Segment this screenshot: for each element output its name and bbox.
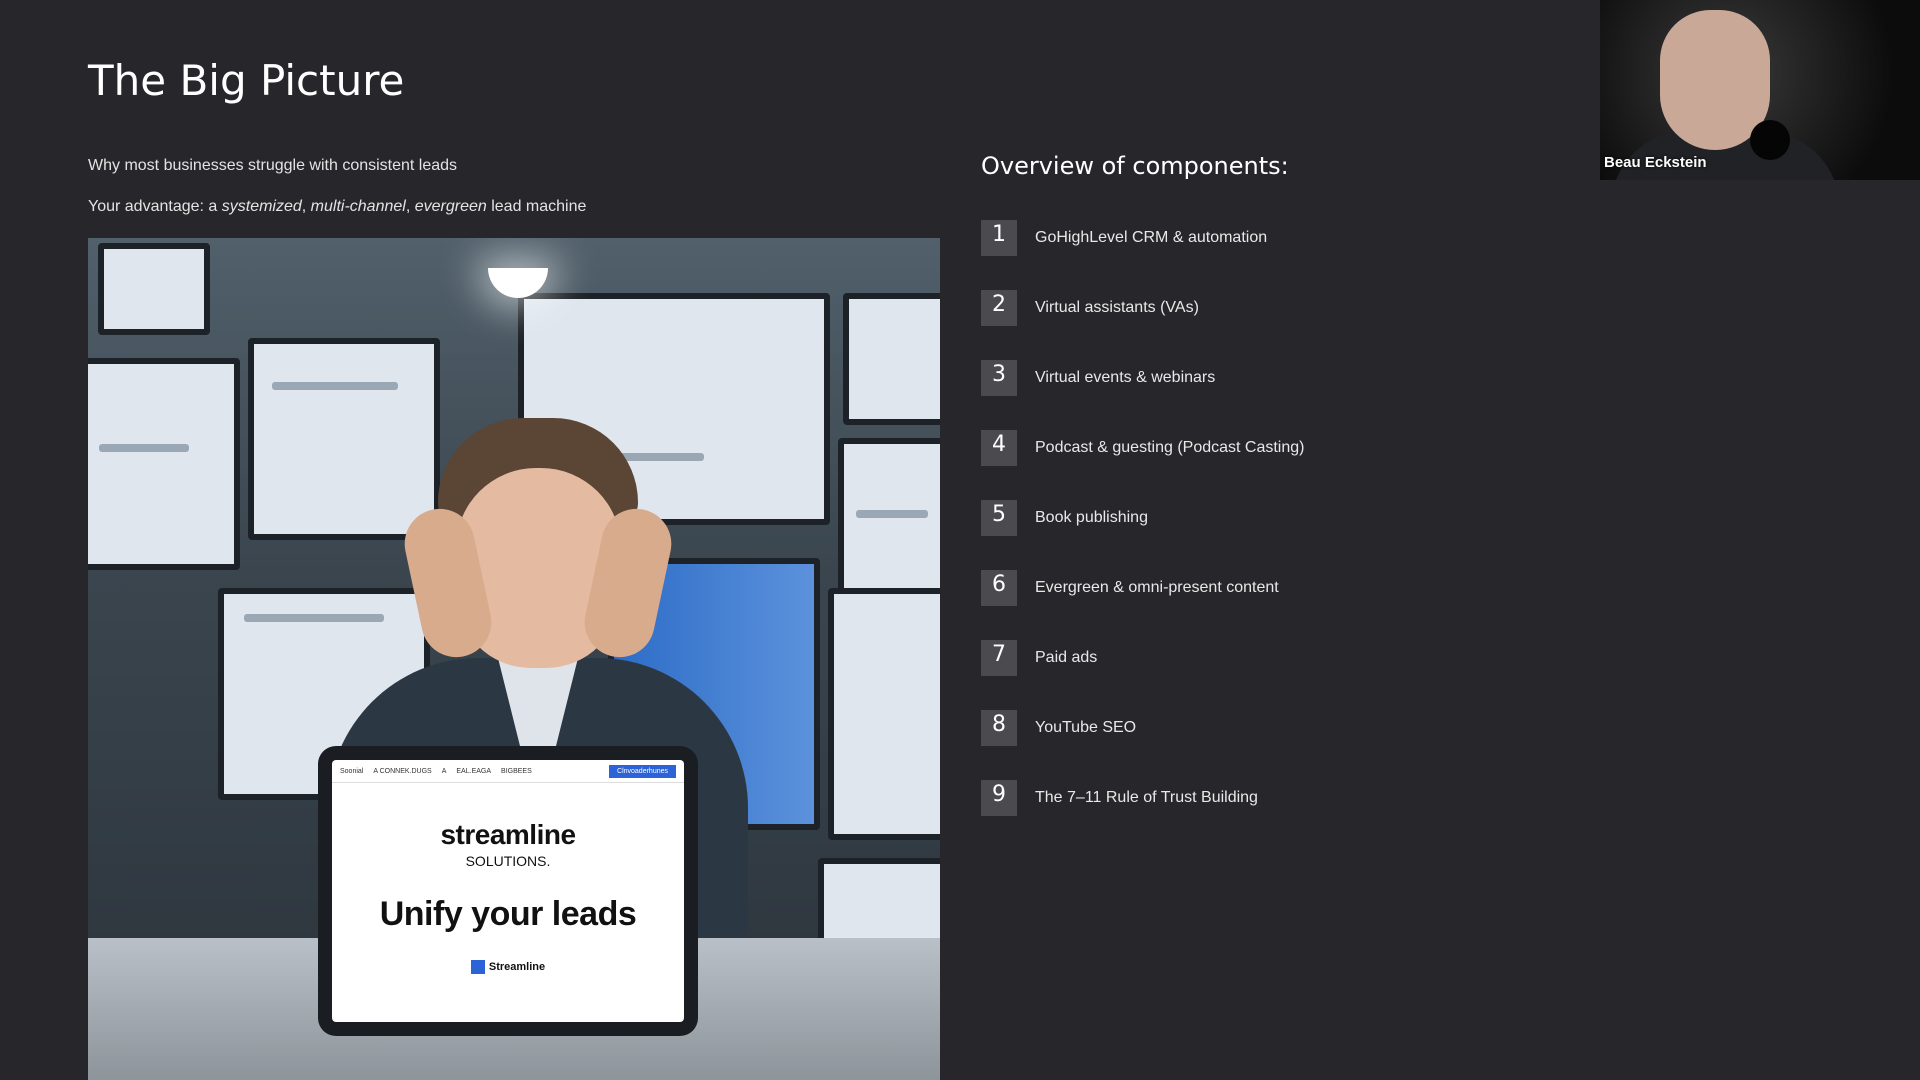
component-item: 1 GoHighLevel CRM & automation (981, 203, 1304, 273)
advantage-suffix: lead machine (486, 198, 587, 215)
component-number-badge: 2 (981, 290, 1017, 326)
hero-image: Soonial A CONNEK.DUGS A EAL.EAGA BIGBEES… (88, 238, 940, 1080)
tablet-nav-logo: Soonial (340, 767, 364, 775)
component-label: YouTube SEO (1035, 719, 1137, 736)
component-label: Evergreen & omni-present content (1035, 579, 1279, 596)
component-item: 5 Book publishing (981, 483, 1304, 553)
tablet-nav-item: A (441, 767, 447, 775)
component-item: 6 Evergreen & omni-present content (981, 553, 1304, 623)
tablet-nav-cta: Clnvoaderhunes (609, 764, 676, 778)
component-number-badge: 8 (981, 710, 1017, 746)
component-item: 2 Virtual assistants (VAs) (981, 273, 1304, 343)
slide-title: The Big Picture (88, 56, 405, 105)
component-number-badge: 7 (981, 640, 1017, 676)
component-number-badge: 9 (981, 780, 1017, 816)
components-list: 1 GoHighLevel CRM & automation 2 Virtual a… (981, 203, 1304, 833)
background-monitor (98, 243, 210, 335)
background-monitor (88, 358, 240, 570)
component-number-badge: 6 (981, 570, 1017, 606)
component-item: 7 Paid ads (981, 623, 1304, 693)
tablet-brand-sub: SOLUTIONS. (465, 853, 551, 869)
tablet-footer-logo-text: Streamline (488, 961, 546, 973)
component-label: The 7–11 Rule of Trust Building (1035, 789, 1258, 806)
component-label: Book publishing (1035, 509, 1148, 526)
subtitle-struggle: Why most businesses struggle with consis… (88, 157, 458, 174)
advantage-multi-channel: multi-channel (310, 198, 406, 215)
component-item: 8 YouTube SEO (981, 693, 1304, 763)
advantage-systemized: systemized (221, 198, 302, 215)
tablet-screen: Soonial A CONNEK.DUGS A EAL.EAGA BIGBEES… (332, 760, 684, 1022)
component-item: 9 The 7–11 Rule of Trust Building (981, 763, 1304, 833)
tablet-nav-item: BIGBEES (501, 767, 532, 775)
component-label: Virtual events & webinars (1035, 369, 1216, 386)
background-monitor (843, 293, 940, 425)
webcam-feed: Beau Eckstein (1600, 0, 1920, 180)
subtitle-advantage: Your advantage: a systemized, multi-chan… (88, 198, 586, 216)
tablet-headline: Unify your leads (379, 895, 637, 933)
webcam-name-label: Beau Eckstein (1604, 154, 1707, 171)
components-heading: Overview of components: (981, 152, 1289, 180)
component-number-badge: 4 (981, 430, 1017, 466)
tablet-nav-item: A CONNEK.DUGS (373, 767, 432, 775)
advantage-prefix: Your advantage: a (88, 198, 222, 215)
component-label: Virtual assistants (VAs) (1035, 299, 1199, 316)
advantage-sep-2: , (405, 198, 415, 215)
advantage-evergreen: evergreen (414, 198, 487, 215)
advantage-sep-1: , (301, 198, 311, 215)
component-number-badge: 3 (981, 360, 1017, 396)
microphone (1750, 120, 1790, 160)
tablet-nav: Soonial A CONNEK.DUGS A EAL.EAGA BIGBEES… (332, 760, 684, 783)
tablet-brand: streamline (440, 819, 576, 850)
tablet-footer-logo: Streamline (332, 960, 684, 974)
tablet: Soonial A CONNEK.DUGS A EAL.EAGA BIGBEES… (318, 746, 698, 1036)
background-monitor (828, 588, 940, 840)
component-item: 4 Podcast & guesting (Podcast Casting) (981, 413, 1304, 483)
component-label: Podcast & guesting (Podcast Casting) (1035, 439, 1305, 456)
streamline-logo-icon (470, 960, 485, 974)
component-number-badge: 1 (981, 220, 1017, 256)
component-item: 3 Virtual events & webinars (981, 343, 1304, 413)
tablet-nav-item: EAL.EAGA (456, 767, 492, 775)
component-label: Paid ads (1035, 649, 1098, 666)
background-monitor (248, 338, 440, 540)
component-label: GoHighLevel CRM & automation (1035, 229, 1268, 246)
component-number-badge: 5 (981, 500, 1017, 536)
